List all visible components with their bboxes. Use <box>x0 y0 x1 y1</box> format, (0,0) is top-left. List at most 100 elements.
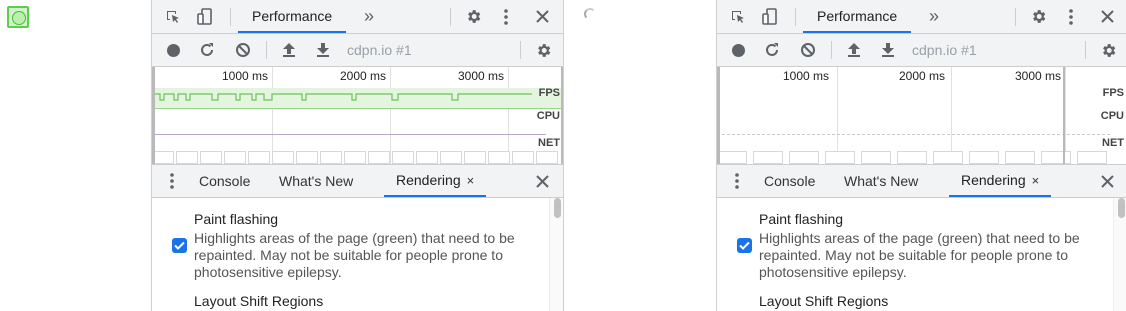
net-track-label: NET <box>538 137 560 149</box>
reload-icon <box>201 43 213 56</box>
paint-flashing-checkbox[interactable] <box>737 238 752 253</box>
cpu-track-label: CPU <box>536 110 560 122</box>
drawer-tabbar: Console What's New Rendering × <box>717 165 1126 198</box>
clear-button[interactable] <box>795 34 821 66</box>
right-screenshot: Performance » cdpn.io #1 1000 ms 2000 ms… <box>563 0 1126 311</box>
left-screenshot: Performance » cdpn.io #1 1000 ms 2000 ms… <box>0 0 563 311</box>
toolbar-separator <box>520 41 521 59</box>
net-cell <box>488 151 510 164</box>
load-profile-button[interactable] <box>841 34 867 66</box>
paint-flashing-description: Highlights areas of the page (green) tha… <box>759 230 1080 280</box>
device-toolbar-icon[interactable] <box>757 0 783 33</box>
net-cell <box>536 151 558 164</box>
record-icon <box>731 43 745 57</box>
tab-performance[interactable]: Performance <box>238 0 347 33</box>
time-tick-label: 1000 ms <box>783 69 830 83</box>
timeline-right-handle[interactable] <box>1063 67 1065 164</box>
loading-spinner-icon <box>584 8 596 20</box>
time-gridline <box>508 67 509 164</box>
net-cell <box>392 151 414 164</box>
kebab-menu-icon[interactable] <box>496 0 516 33</box>
devtools-panel: Performance » cdpn.io #1 1000 ms 2000 ms… <box>716 0 1126 311</box>
settings-gear-icon[interactable] <box>1025 0 1051 33</box>
inspect-element-icon[interactable] <box>160 0 186 33</box>
reload-record-button[interactable] <box>759 34 785 66</box>
more-tabs-button[interactable]: » <box>358 0 380 33</box>
record-button[interactable] <box>725 34 751 66</box>
scrollbar-thumb[interactable] <box>554 198 561 218</box>
net-cell <box>440 151 462 164</box>
close-drawer-icon[interactable] <box>530 165 554 197</box>
net-cell <box>861 151 891 164</box>
close-drawer-icon[interactable] <box>1095 165 1119 197</box>
tab-rendering[interactable]: Rendering × <box>384 165 487 197</box>
settings-gear-icon[interactable] <box>460 0 486 33</box>
rendering-scrollbar[interactable] <box>1113 198 1126 311</box>
capture-settings-gear-icon[interactable] <box>530 34 556 66</box>
drawer-menu-icon[interactable] <box>727 165 747 197</box>
more-tabs-button[interactable]: » <box>923 0 945 33</box>
paint-flashing-title: Paint flashing <box>759 211 844 227</box>
net-cell <box>789 151 819 164</box>
tab-console[interactable]: Console <box>764 165 815 197</box>
close-tab-icon[interactable]: × <box>1032 173 1040 188</box>
net-cell <box>933 151 963 164</box>
upload-icon <box>283 43 295 57</box>
rendering-panel: Paint flashing Highlights areas of the p… <box>717 198 1126 311</box>
tab-rendering[interactable]: Rendering × <box>949 165 1052 197</box>
paint-flashing-checkbox[interactable] <box>172 238 187 253</box>
capture-settings-gear-icon[interactable] <box>1095 34 1121 66</box>
download-icon <box>882 43 894 57</box>
recording-selector[interactable]: cdpn.io #1 <box>347 34 412 66</box>
tab-performance[interactable]: Performance <box>803 0 912 33</box>
close-devtools-icon[interactable] <box>530 0 554 33</box>
load-profile-button[interactable] <box>276 34 302 66</box>
scrollbar-thumb[interactable] <box>1118 198 1125 218</box>
net-cell <box>200 151 222 164</box>
time-tick-label: 2000 ms <box>899 69 946 83</box>
net-cell <box>512 151 534 164</box>
inspect-element-icon[interactable] <box>725 0 751 33</box>
net-cell <box>464 151 486 164</box>
kebab-menu-icon[interactable] <box>1061 0 1081 33</box>
toolbar-separator <box>1085 41 1086 59</box>
timeline-overview[interactable]: 1000 ms 2000 ms 3000 ms FPS CPU NET <box>717 67 1126 165</box>
save-profile-button[interactable] <box>875 34 901 66</box>
performance-controls: cdpn.io #1 <box>717 34 1126 67</box>
fps-track-label: FPS <box>1102 87 1124 99</box>
tab-whats-new[interactable]: What's New <box>279 165 353 197</box>
toolbar-separator <box>831 41 832 59</box>
device-toolbar-icon[interactable] <box>192 0 218 33</box>
cpu-graph <box>717 134 1110 135</box>
paint-flashing-title: Paint flashing <box>194 211 279 227</box>
tab-console[interactable]: Console <box>199 165 250 197</box>
net-cell <box>1077 151 1107 164</box>
record-button[interactable] <box>160 34 186 66</box>
reload-record-button[interactable] <box>194 34 220 66</box>
net-cell <box>224 151 246 164</box>
rendering-scrollbar[interactable] <box>549 198 563 311</box>
page-viewport <box>0 0 151 311</box>
save-profile-button[interactable] <box>310 34 336 66</box>
devtools-toolbar: Performance » <box>152 0 563 34</box>
timeline-left-handle[interactable] <box>152 67 155 164</box>
net-cell <box>368 151 390 164</box>
clear-button[interactable] <box>230 34 256 66</box>
recording-selector[interactable]: cdpn.io #1 <box>912 34 977 66</box>
devtools-toolbar: Performance » <box>717 0 1126 34</box>
toolbar-separator <box>795 8 796 26</box>
net-cell <box>248 151 270 164</box>
layout-shift-regions-title: Layout Shift Regions <box>194 293 324 309</box>
timeline-left-handle[interactable] <box>717 67 720 164</box>
upload-icon <box>848 43 860 57</box>
drawer-menu-icon[interactable] <box>162 165 182 197</box>
page-viewport <box>564 0 715 311</box>
reload-icon <box>766 43 778 56</box>
net-cell <box>1005 151 1035 164</box>
tab-whats-new[interactable]: What's New <box>844 165 918 197</box>
timeline-overview[interactable]: 1000 ms 2000 ms 3000 ms FPS CPU NET <box>152 67 563 165</box>
close-tab-icon[interactable]: × <box>467 173 475 188</box>
check-icon <box>174 241 185 250</box>
close-devtools-icon[interactable] <box>1095 0 1119 33</box>
time-gridline <box>951 67 952 164</box>
